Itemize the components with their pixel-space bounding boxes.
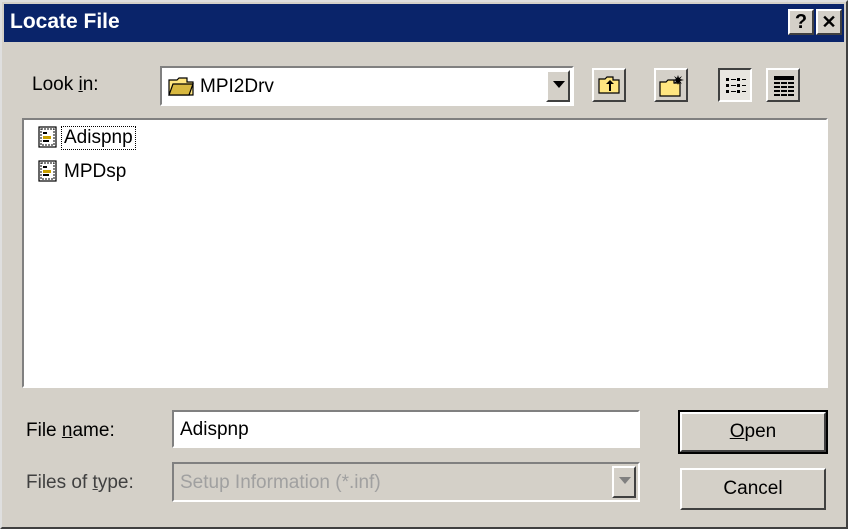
file-name-value: Adispnp — [180, 419, 249, 440]
folder-icon — [168, 75, 194, 102]
up-one-level-button[interactable] — [592, 68, 626, 102]
files-of-type-label: Files of type: — [26, 472, 134, 493]
details-view-button[interactable] — [766, 68, 800, 102]
chevron-down-icon[interactable] — [546, 70, 570, 102]
file-list[interactable]: Adispnp MPDsp — [22, 118, 828, 388]
look-in-label: Look in: — [32, 74, 99, 95]
locate-file-dialog: Locate File ? ✕ Look in: MPI2Drv Adispnp… — [0, 0, 848, 529]
chevron-down-icon[interactable] — [612, 466, 636, 498]
new-folder-icon — [659, 74, 685, 103]
up-folder-icon — [598, 75, 620, 100]
create-new-folder-button[interactable] — [654, 68, 688, 102]
list-view-button[interactable] — [718, 68, 752, 102]
file-name-label: Adispnp — [61, 126, 136, 150]
setup-info-file-icon — [38, 160, 58, 188]
file-name-label: File name: — [26, 420, 115, 441]
files-of-type-value: Setup Information (*.inf) — [180, 472, 381, 493]
close-icon: ✕ — [821, 12, 837, 32]
details-view-icon — [773, 75, 795, 102]
look-in-combo[interactable]: MPI2Drv — [160, 66, 574, 106]
dialog-title: Locate File — [10, 10, 120, 33]
close-button[interactable]: ✕ — [816, 9, 842, 35]
open-button[interactable]: Open — [678, 410, 828, 454]
cancel-button[interactable]: Cancel — [680, 468, 826, 510]
setup-info-file-icon — [38, 126, 58, 154]
file-name-label: MPDsp — [64, 161, 127, 182]
title-bar[interactable]: Locate File ? ✕ — [4, 4, 844, 42]
look-in-value: MPI2Drv — [200, 76, 274, 97]
list-view-icon — [725, 76, 747, 101]
file-name-input[interactable]: Adispnp — [172, 410, 640, 448]
files-of-type-combo[interactable]: Setup Information (*.inf) — [172, 462, 640, 502]
help-icon: ? — [794, 11, 808, 33]
help-button[interactable]: ? — [788, 9, 814, 35]
